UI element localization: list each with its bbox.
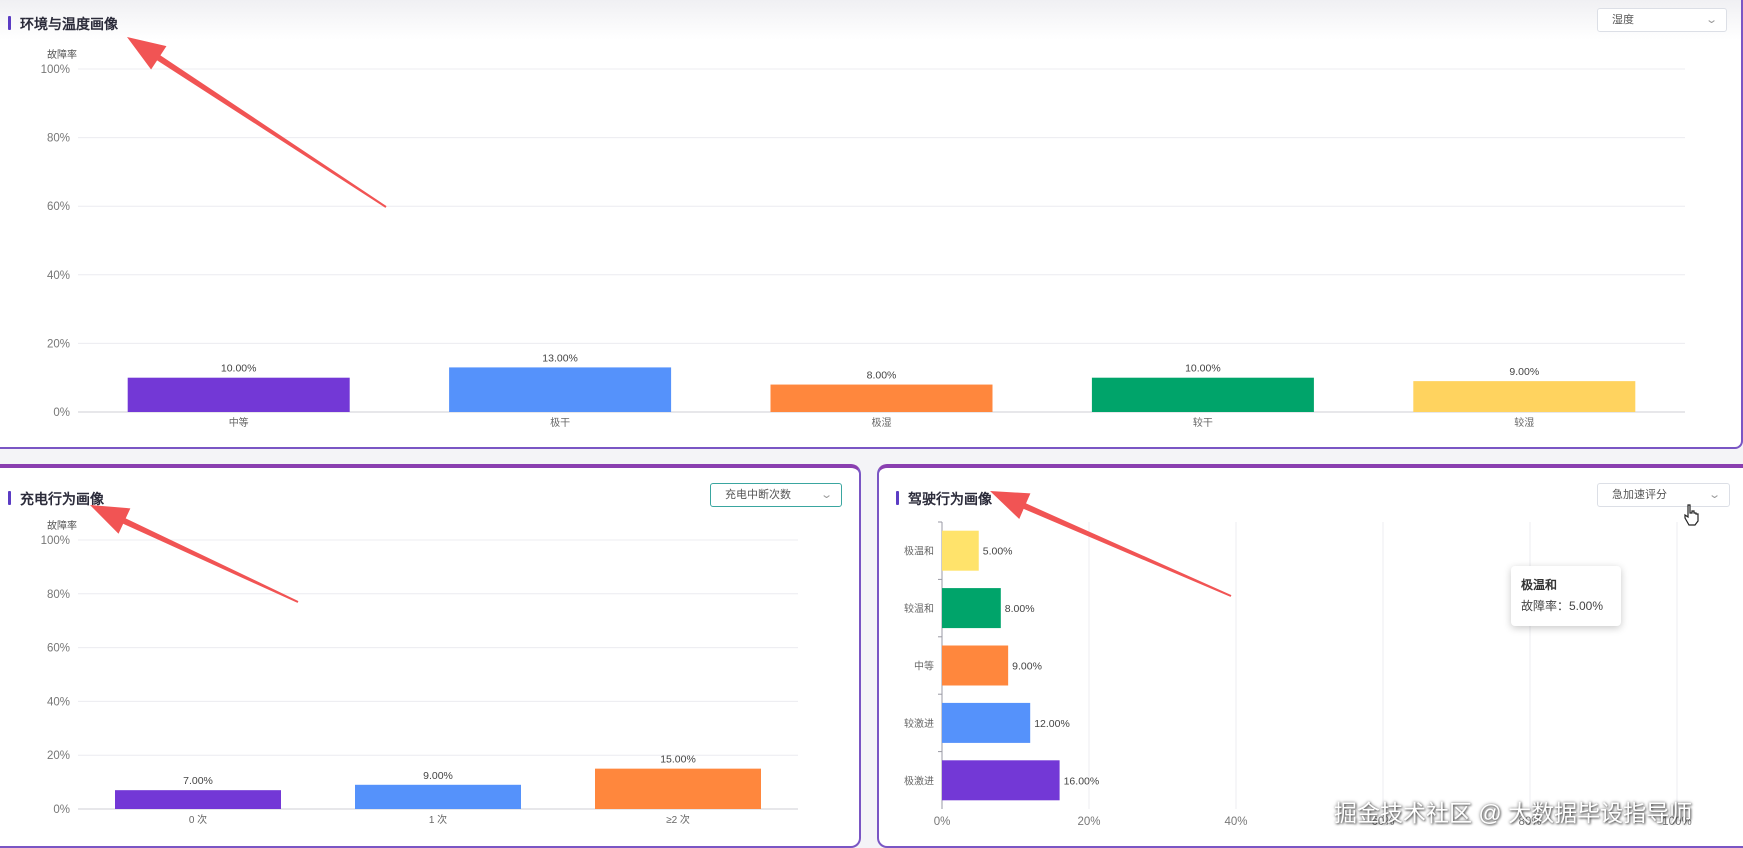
bar-value-label: 10.00% [221,363,257,375]
y-tick-label: 0% [53,804,70,816]
y-category-label: 极激进 [904,774,934,787]
y-tick-label: 20% [47,750,70,762]
tooltip-value: 故障率：5.00% [1521,599,1604,613]
x-category-label: ≥2 次 [666,813,690,826]
bar [942,760,1060,801]
bar [942,588,1001,629]
bar [355,784,521,809]
y-category-label: 极温和 [904,545,934,558]
x-category-label: 0 次 [189,813,207,826]
bar-value-label: 8.00% [867,370,897,382]
y-category-label: 较温和 [904,602,934,615]
x-category-label: 1 次 [429,813,447,826]
bar-value-label: 8.00% [1005,603,1035,615]
y-tick-label: 100% [41,64,70,76]
y-tick-label: 80% [47,133,70,145]
bar-value-label: 5.00% [983,546,1013,558]
bar-value-label: 9.00% [1509,366,1539,378]
bar-value-label: 13.00% [542,352,578,364]
bar [942,702,1031,743]
y-tick-label: 80% [47,589,70,601]
bar-value-label: 9.00% [1012,661,1042,673]
charts-svg: 0% 20% 40% 60% 80% 100% 故障率 10.00% 中等 13.00% 极干 8.0… [41,37,1692,828]
bar [449,367,672,412]
annotation-arrow [990,491,1232,597]
y-axis-title: 故障率 [47,48,77,61]
hand-cursor-icon [1683,504,1701,531]
bar [942,530,979,571]
bar [1413,381,1636,412]
x-tick-label: 0% [934,816,951,828]
bar-value-label: 12.00% [1034,718,1070,730]
y-axis-title: 故障率 [47,519,77,532]
bar [942,645,1009,686]
y-tick-label: 0% [53,407,70,419]
bar-value-label: 7.00% [183,775,213,787]
x-tick-label: 20% [1077,816,1100,828]
tooltip-title: 极温和 [1521,578,1558,592]
x-category-label: 极湿 [872,416,892,429]
bar [115,790,281,809]
y-tick-label: 20% [47,338,70,350]
bar [770,384,993,412]
annotation-arrow [90,505,299,603]
x-tick-label: 40% [1224,816,1247,828]
y-category-label: 较激进 [904,717,934,730]
chart-tooltip: 极温和 故障率：5.00% [1511,566,1621,626]
bar-value-label: 10.00% [1185,363,1221,375]
x-category-label: 较湿 [1514,416,1534,429]
bar-value-label: 15.00% [660,754,696,766]
y-tick-label: 60% [47,201,70,213]
y-tick-label: 40% [47,696,70,708]
annotation-arrow [127,37,387,208]
y-tick-label: 60% [47,643,70,655]
y-category-label: 中等 [914,660,934,673]
bar-value-label: 9.00% [423,770,453,782]
bar [1091,377,1314,412]
x-category-label: 较干 [1193,416,1213,429]
x-category-label: 极干 [550,416,570,429]
watermark: 掘金技术社区 @ 大数据毕设指导师 [1334,800,1693,826]
bar [595,768,761,809]
x-category-label: 中等 [229,416,249,429]
y-tick-label: 40% [47,270,70,282]
bar [127,377,350,412]
bar-value-label: 16.00% [1064,775,1100,787]
y-tick-label: 100% [41,535,70,547]
